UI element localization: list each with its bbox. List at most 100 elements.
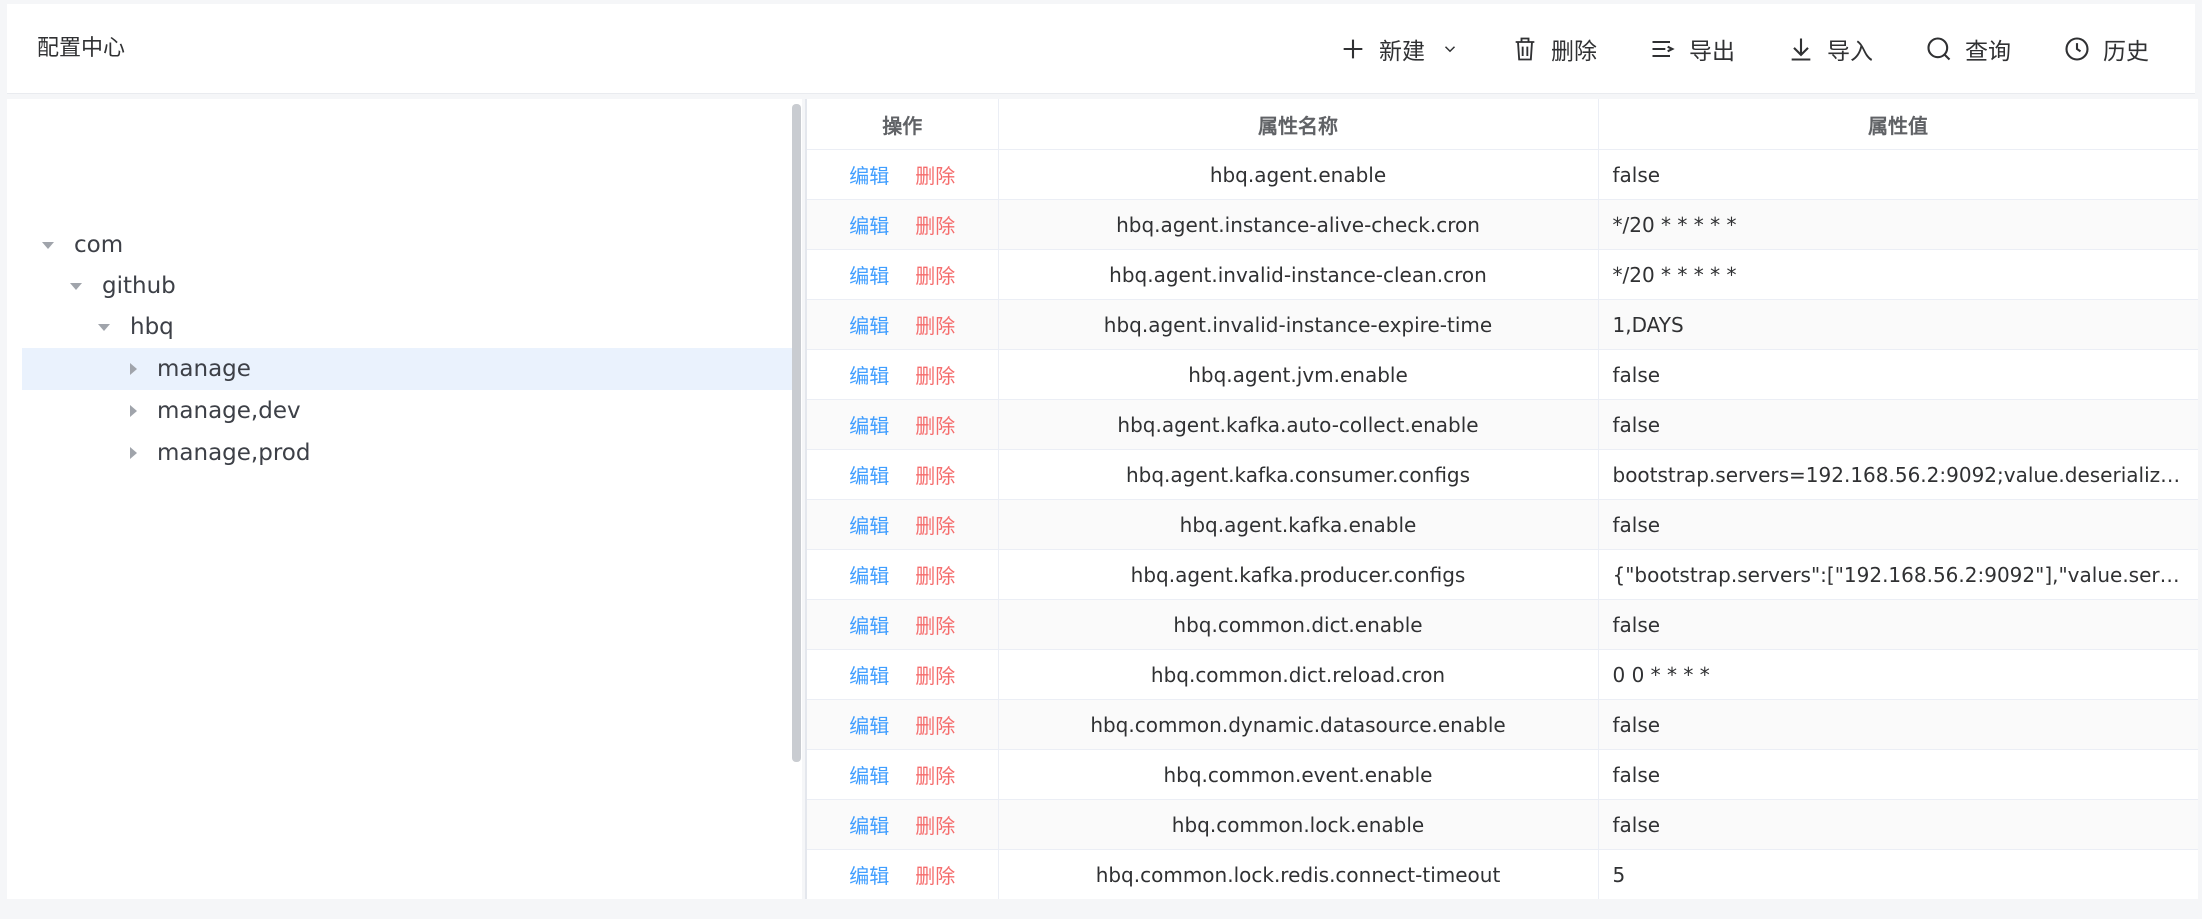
edit-link[interactable]: 编辑: [849, 814, 889, 838]
query-button[interactable]: 查询: [1899, 4, 2037, 93]
properties-table: 操作 属性名称 属性值 编辑 删除 hbq.agent.enable false 编辑删…: [807, 99, 2198, 899]
history-button-label: 历史: [2103, 38, 2149, 65]
new-button[interactable]: 新建: [1313, 4, 1485, 93]
delete-link[interactable]: 删除: [915, 264, 955, 288]
header-bar: 配置中心 新建 删除 导出 导入 查询 历史: [7, 4, 2195, 94]
tree-scrollbar[interactable]: [792, 104, 801, 762]
property-value-cell: false: [1598, 499, 2198, 550]
property-name-cell: hbq.agent.enable: [998, 149, 1599, 200]
delete-link[interactable]: 删除: [915, 464, 955, 488]
row-actions-cell: 编辑 删除: [807, 749, 999, 800]
query-button-label: 查询: [1965, 38, 2011, 65]
table-row: 编辑 删除 hbq.common.dict.enable false: [807, 599, 2198, 650]
delete-link[interactable]: 删除: [915, 664, 955, 688]
property-name-cell: hbq.agent.kafka.producer.configs: [998, 549, 1599, 600]
delete-link[interactable]: 删除: [915, 764, 955, 788]
property-value-cell: false: [1598, 699, 2198, 750]
table-row: 编辑 删除 hbq.agent.invalid-instance-expire-ti…: [807, 299, 2198, 350]
edit-link[interactable]: 编辑: [849, 314, 889, 338]
edit-link[interactable]: 编辑: [849, 564, 889, 588]
config-tree-panel: com github hbq manage manage,dev manage,…: [7, 99, 802, 899]
import-button[interactable]: 导入: [1761, 4, 1899, 93]
delete-link[interactable]: 删除: [915, 564, 955, 588]
property-name-cell: hbq.common.dict.enable: [998, 599, 1599, 650]
new-button-label: 新建: [1379, 38, 1425, 65]
app-title: 配置中心: [37, 36, 126, 61]
delete-link[interactable]: 删除: [915, 164, 955, 188]
tree-node-manage-prod[interactable]: manage,prod: [22, 432, 800, 474]
property-value-cell: */20 * * * * *: [1598, 249, 2198, 300]
delete-link[interactable]: 删除: [915, 364, 955, 388]
column-header-value: 属性值: [1598, 99, 2198, 150]
export-button-label: 导出: [1689, 38, 1735, 65]
edit-link[interactable]: 编辑: [849, 764, 889, 788]
delete-button[interactable]: 删除: [1485, 4, 1623, 93]
tree-node-manage[interactable]: manage: [22, 348, 800, 390]
table-row: 编辑 删除 hbq.common.lock.redis.connect-timeou…: [807, 849, 2198, 899]
tree-node-com[interactable]: com: [22, 224, 800, 266]
edit-link[interactable]: 编辑: [849, 514, 889, 538]
table-row: 编辑 删除 hbq.agent.kafka.enable false: [807, 499, 2198, 550]
tree-node-label: com: [74, 232, 124, 258]
tree-node-hbq[interactable]: hbq: [22, 306, 800, 348]
delete-link[interactable]: 删除: [915, 714, 955, 738]
property-value-cell: false: [1598, 749, 2198, 800]
property-value-cell: false: [1598, 599, 2198, 650]
tree-node-label: github: [102, 273, 176, 299]
property-name-cell: hbq.agent.invalid-instance-expire-time: [998, 299, 1599, 350]
edit-link[interactable]: 编辑: [849, 164, 889, 188]
delete-link[interactable]: 删除: [915, 514, 955, 538]
row-actions-cell: 编辑 删除: [807, 799, 999, 850]
delete-link[interactable]: 删除: [915, 614, 955, 638]
row-actions-cell: 编辑 删除: [807, 249, 999, 300]
caret-down-icon[interactable]: [70, 282, 82, 290]
tree-node-github[interactable]: github: [22, 265, 800, 307]
edit-link[interactable]: 编辑: [849, 264, 889, 288]
delete-link[interactable]: 删除: [915, 214, 955, 238]
delete-link[interactable]: 删除: [915, 414, 955, 438]
caret-down-icon[interactable]: [42, 241, 54, 249]
edit-link[interactable]: 编辑: [849, 214, 889, 238]
delete-link[interactable]: 删除: [915, 314, 955, 338]
row-actions-cell: 编辑 删除: [807, 699, 999, 750]
trash-icon: [1515, 37, 1535, 60]
tree-node-manage-dev[interactable]: manage,dev: [22, 390, 800, 432]
table-row: 编辑 删除 hbq.agent.kafka.consumer.configs boot…: [807, 449, 2198, 500]
caret-right-icon[interactable]: [130, 447, 137, 459]
property-name-cell: hbq.agent.instance-alive-check.cron: [998, 199, 1599, 250]
caret-right-icon[interactable]: [130, 405, 137, 417]
edit-link[interactable]: 编辑: [849, 464, 889, 488]
table-row: 编辑 删除 hbq.agent.kafka.auto-collect.enable f…: [807, 399, 2198, 450]
row-actions-cell: 编辑 删除: [807, 649, 999, 700]
edit-link[interactable]: 编辑: [849, 364, 889, 388]
row-actions-cell: 编辑 删除: [807, 449, 999, 500]
edit-link[interactable]: 编辑: [849, 414, 889, 438]
export-button[interactable]: 导出: [1623, 4, 1761, 93]
edit-link[interactable]: 编辑: [849, 664, 889, 688]
search-icon: [1927, 36, 1951, 60]
row-actions-cell: 编辑 删除: [807, 399, 999, 450]
caret-right-icon[interactable]: [130, 363, 137, 375]
delete-link[interactable]: 删除: [915, 864, 955, 888]
edit-link[interactable]: 编辑: [849, 864, 889, 888]
table-row: 编辑 删除 hbq.common.dynamic.datasource.enable…: [807, 699, 2198, 750]
row-actions-cell: 编辑 删除: [807, 149, 999, 200]
export-list-icon: [1652, 40, 1675, 57]
toolbar: 新建 删除 导出 导入 查询 历史: [1313, 4, 2175, 93]
edit-link[interactable]: 编辑: [849, 714, 889, 738]
tree-node-label: manage: [157, 356, 251, 382]
table-row: 编辑 删除 hbq.common.lock.enable false: [807, 799, 2198, 850]
property-value-cell: */20 * * * * *: [1598, 199, 2198, 250]
property-value-cell: 0 0 * * * *: [1598, 649, 2198, 700]
property-name-cell: hbq.common.lock.enable: [998, 799, 1599, 850]
history-button[interactable]: 历史: [2037, 4, 2175, 93]
table-row: 编辑 删除 hbq.agent.jvm.enable false: [807, 349, 2198, 400]
property-value-cell: {"bootstrap.servers":["192.168.56.2:9092…: [1598, 549, 2198, 600]
table-row: 编辑 删除 hbq.common.event.enable false: [807, 749, 2198, 800]
delete-link[interactable]: 删除: [915, 814, 955, 838]
edit-link[interactable]: 编辑: [849, 614, 889, 638]
delete-button-label: 删除: [1551, 38, 1597, 65]
row-actions-cell: 编辑 删除: [807, 199, 999, 250]
caret-down-icon[interactable]: [98, 323, 110, 331]
chevron-down-icon[interactable]: [1441, 40, 1459, 58]
